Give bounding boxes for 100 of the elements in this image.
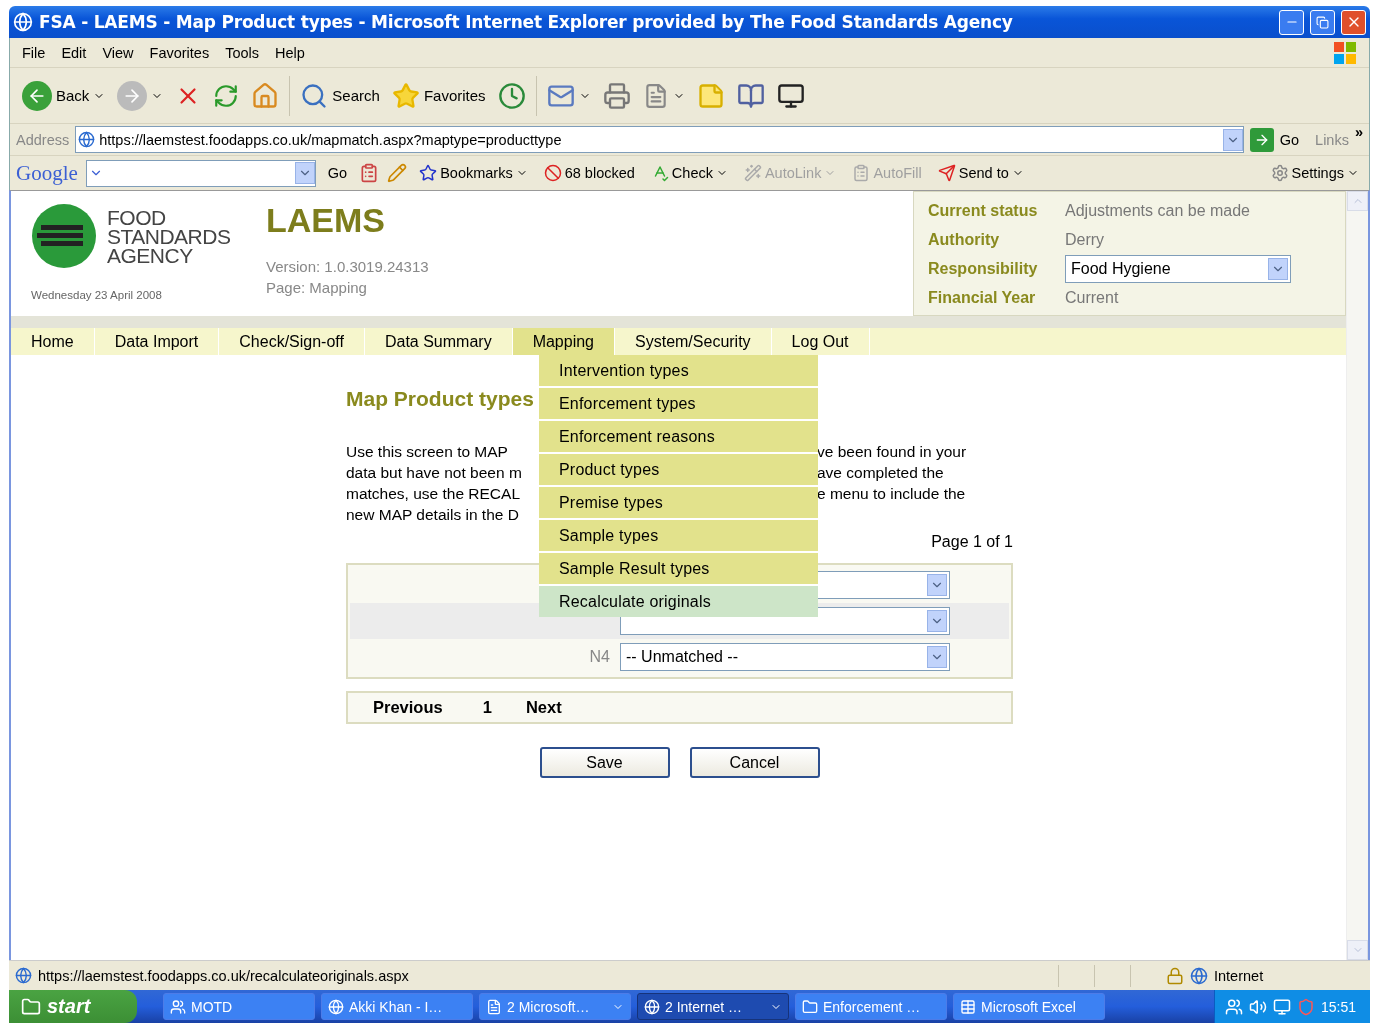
pencil-icon <box>387 163 408 183</box>
dropdown-button[interactable] <box>294 162 315 184</box>
taskbar-button[interactable]: 2 Internet … <box>637 993 789 1020</box>
page-text: Page: Mapping <box>266 278 368 298</box>
save-button[interactable]: Save <box>539 747 670 778</box>
browser-icon <box>13 12 33 32</box>
toolbar-item[interactable]: Send to <box>933 164 1028 182</box>
status-url: https://laemstest.foodapps.co.uk/recalculateoriginals.aspx <box>38 967 410 984</box>
agency-logo-icon <box>31 203 97 269</box>
globe-icon <box>644 998 660 1015</box>
toolbar-item[interactable]: 68 blocked <box>539 164 639 182</box>
nav-tab[interactable]: Data Import <box>94 328 220 355</box>
submenu-item[interactable]: Sample Result types <box>539 553 818 584</box>
people-icon <box>170 998 186 1015</box>
go-button[interactable]: Go <box>323 165 352 181</box>
taskbar-button[interactable]: MOTD <box>163 993 315 1020</box>
go-button[interactable]: Go <box>1249 127 1310 152</box>
nav-tab[interactable]: Data Summary <box>364 328 513 355</box>
document-icon <box>486 998 502 1015</box>
submenu-item[interactable]: Enforcement types <box>539 388 818 419</box>
start-button[interactable]: start <box>9 990 137 1023</box>
search-field[interactable] <box>85 159 316 187</box>
more-chevron: » <box>1354 124 1363 140</box>
next-link[interactable]: Next <box>525 698 562 717</box>
intro-text: Use this screen to MAP <box>346 442 508 462</box>
lock-icon <box>1166 966 1184 985</box>
restore-button[interactable] <box>1310 9 1335 35</box>
news-icon <box>359 163 380 183</box>
menu-item[interactable]: View <box>94 44 142 61</box>
search-button[interactable]: Search <box>298 79 382 112</box>
submenu-item[interactable]: Recalculate originals <box>539 586 818 617</box>
form-icon <box>852 164 871 182</box>
intro-text: matches, use the RECAL <box>346 484 521 504</box>
page-title: Map Product types <box>346 387 534 411</box>
page-info: Page 1 of 1 <box>931 533 1013 551</box>
printer-icon <box>602 81 631 110</box>
display-icon <box>1272 997 1291 1016</box>
nav-tab[interactable]: Home <box>11 328 95 355</box>
back-button[interactable]: Back <box>20 78 108 113</box>
submenu-item[interactable]: Premise types <box>539 487 818 518</box>
menu-item[interactable]: Edit <box>53 44 95 61</box>
intro-text: data but have not been m <box>346 463 522 483</box>
window-title: FSA - LAEMS - Map Product types - Microsoft Internet Explorer provided by The Food Standards Agency <box>39 12 1014 32</box>
zone-label: Internet <box>1214 967 1265 984</box>
status-value: Current <box>1065 288 1119 307</box>
page-number-link[interactable]: 1 <box>482 698 492 717</box>
nav-tab[interactable]: Check/Sign-off <box>219 328 365 355</box>
clock-icon <box>497 81 526 110</box>
toolbar-item[interactable]: Bookmarks <box>415 164 532 182</box>
responsibility-select[interactable]: Food Hygiene <box>1065 254 1291 283</box>
home-icon <box>251 81 280 110</box>
menu-item[interactable]: Favorites <box>141 44 218 61</box>
app-name: LAEMS <box>266 201 385 240</box>
page-icon <box>15 967 32 984</box>
close-button[interactable] <box>1341 9 1366 35</box>
address-field[interactable]: https://laemstest.foodapps.co.uk/mapmatch.aspx?maptype=producttype <box>75 126 1244 153</box>
menu-item[interactable]: File <box>14 44 54 61</box>
submenu-item[interactable]: Intervention types <box>539 355 818 386</box>
flag-logo-icon <box>1333 40 1357 65</box>
star-icon <box>391 81 420 110</box>
status-label: Current status <box>928 201 1039 221</box>
favorites-button[interactable]: Favorites <box>389 79 488 112</box>
match-select[interactable]: -- Unmatched -- <box>620 643 950 671</box>
taskbar-button[interactable]: Akki Khan - I… <box>321 993 473 1020</box>
url-text: https://laemstest.foodapps.co.uk/mapmatch.aspx?maptype=producttype <box>99 131 563 148</box>
status-value: Derry <box>1065 230 1105 249</box>
status-label: Authority <box>928 230 1001 250</box>
toolbar-item[interactable]: Check <box>646 164 732 182</box>
status-value: Adjustments can be made <box>1065 201 1250 220</box>
speaker-icon <box>1248 997 1267 1016</box>
cancel-button[interactable]: Cancel <box>689 747 820 778</box>
submenu-item[interactable]: Sample types <box>539 520 818 551</box>
nav-tab[interactable]: Mapping <box>512 328 615 355</box>
spreadsheet-icon <box>960 998 976 1015</box>
folder-icon <box>802 998 818 1015</box>
settings-button[interactable]: Settings <box>1266 164 1363 182</box>
wand-icon <box>743 164 762 182</box>
menu-item[interactable]: Help <box>267 44 313 61</box>
address-label: Address <box>16 131 70 148</box>
submenu-item[interactable]: Enforcement reasons <box>539 421 818 452</box>
page-icon <box>78 131 96 148</box>
menu-item[interactable]: Tools <box>217 44 268 61</box>
send-icon <box>937 164 956 182</box>
star-icon <box>419 164 438 182</box>
previous-link[interactable]: Previous <box>373 698 443 717</box>
book-icon <box>736 81 765 110</box>
minimize-button[interactable] <box>1279 9 1304 35</box>
links-label: Links <box>1315 131 1349 148</box>
status-label: Financial Year <box>928 288 1037 308</box>
globe-icon <box>328 998 344 1015</box>
restore-icon <box>1316 15 1329 29</box>
version-text: Version: 1.0.3019.24313 <box>266 257 429 277</box>
clock: 15:51 <box>1320 998 1356 1015</box>
dropdown-button[interactable] <box>1222 128 1243 151</box>
taskbar-button[interactable]: 2 Microsoft… <box>479 993 631 1020</box>
blocked-icon <box>543 164 562 182</box>
taskbar-button[interactable]: Enforcement … <box>795 993 947 1020</box>
agency-name: FOOD STANDARDS AGENCY <box>107 207 231 265</box>
submenu-item[interactable]: Product types <box>539 454 818 485</box>
taskbar-button[interactable]: Microsoft Excel <box>953 993 1105 1020</box>
